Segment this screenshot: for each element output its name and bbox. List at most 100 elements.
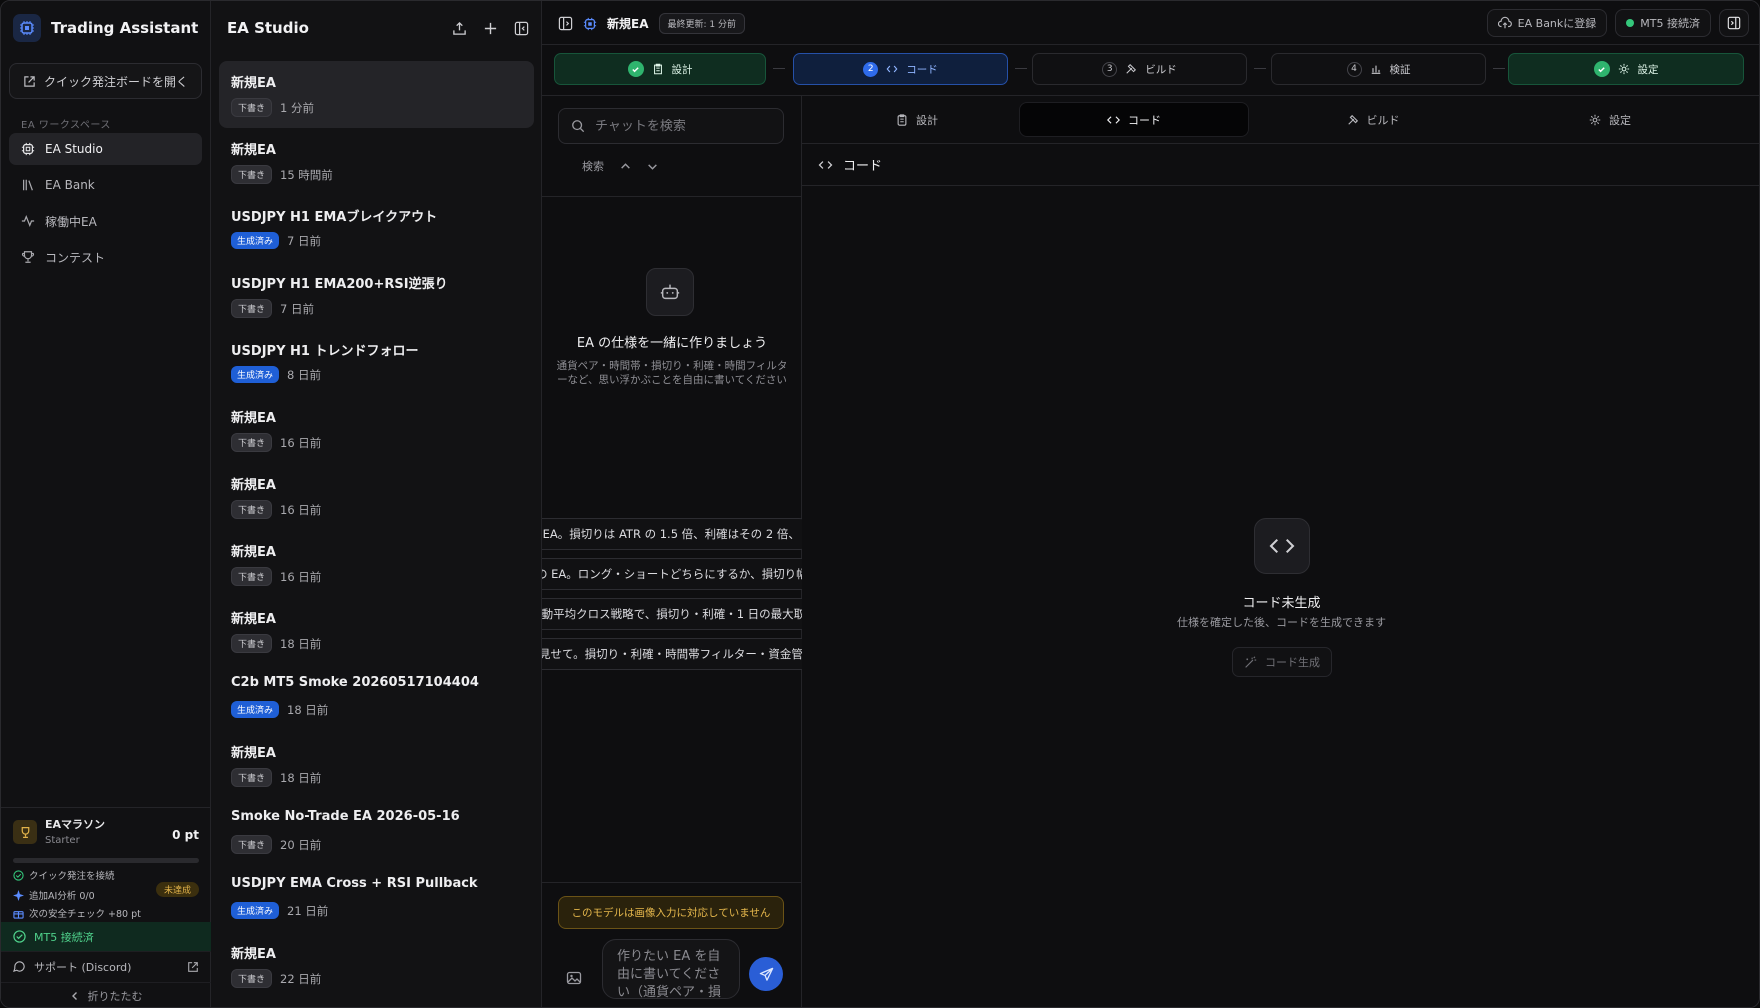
ea-item-meta: 下書き 20 日前 xyxy=(231,835,522,854)
quick-order-board-button[interactable]: クイック発注ボードを開く xyxy=(9,63,202,99)
ea-item-time: 21 日前 xyxy=(287,903,329,918)
collapse-sidebar-button[interactable]: 折りたたむ xyxy=(1,982,211,1007)
ea-list-item[interactable]: 新規EA 下書き 18 日前 xyxy=(219,731,534,798)
chevron-down-icon[interactable] xyxy=(647,161,658,172)
marathon-task-label: クイック発注を接続 xyxy=(29,871,115,882)
ea-item-name: 新規EA xyxy=(231,746,276,761)
suggestion-text: シンプルな移動平均クロス戦略で、損切り・利確・1 日の最大取 xyxy=(542,598,802,630)
step-hammer[interactable]: 3 ビルド xyxy=(1032,53,1247,85)
main-sidebar: Trading Assistant クイック発注ボードを開く EA ワークスペー… xyxy=(1,1,211,1007)
sidebar-item-contest[interactable]: コンテスト xyxy=(9,241,202,273)
support-discord-link[interactable]: サポート (Discord) xyxy=(1,951,211,981)
ea-item-time: 16 日前 xyxy=(280,569,322,584)
ea-list-item[interactable]: 新規EA 下書き 15 時間前 xyxy=(219,128,534,195)
register-ea-bank-button[interactable]: EA Bankに登録 xyxy=(1486,9,1608,37)
search-icon xyxy=(572,120,585,133)
ea-list-item[interactable]: 新規EA 下書き 1 分前 xyxy=(219,61,534,128)
register-ea-bank-label: EA Bankに登録 xyxy=(1517,17,1597,30)
tab-label: ビルド xyxy=(1366,113,1400,127)
ea-list-item[interactable]: 新規EA 下書き 16 日前 xyxy=(219,463,534,530)
ea-item-time: 8 日前 xyxy=(287,367,321,382)
ea-list-item[interactable]: 新規EA 下書き 16 日前 xyxy=(219,396,534,463)
chat-search-input[interactable] xyxy=(595,118,775,134)
marathon-task-label: 追加AI分析 0/0 xyxy=(29,891,95,902)
ea-item-time: 18 日前 xyxy=(280,636,322,651)
mt5-status-bar[interactable]: MT5 接続済 xyxy=(1,922,211,951)
step-clipboard[interactable]: 設計 xyxy=(554,53,766,85)
ea-item-name: C2b MT5 Smoke 20260517104404 xyxy=(231,675,479,690)
suggestion-chip[interactable]: USDJPY H1 の EA。ロング・ショートどちらにするか、損切り幅や時 xyxy=(542,558,802,590)
tab-settings[interactable]: 設定 xyxy=(1495,102,1725,137)
status-badge: 下書き xyxy=(231,433,273,452)
ea-list-item[interactable]: USDJPY H1 EMA200+RSI逆張り 下書き 7 日前 xyxy=(219,262,534,329)
main-area: 新規EA 最終更新: 1 分前 EA Bankに登録 MT5 接続済 設計 2 コー… xyxy=(542,1,1759,1007)
ea-item-name: 新規EA xyxy=(231,612,276,627)
panel-tabs: 設計 コード ビルド 設定 xyxy=(802,96,1759,144)
step-label: ビルド xyxy=(1145,63,1177,76)
right-panel-toggle[interactable] xyxy=(1719,9,1749,37)
ea-item-name: USDJPY H1 EMA200+RSI逆張り xyxy=(231,277,448,292)
check-icon xyxy=(627,61,644,77)
panel-collapse-icon[interactable] xyxy=(514,21,529,36)
tab-build[interactable]: ビルド xyxy=(1258,102,1488,137)
chat-bubble-icon xyxy=(13,961,25,973)
ea-list-item[interactable]: 新規EA 下書き 22 日前 xyxy=(219,932,534,999)
suggestion-chip[interactable]: ひな形を見せて。損切り・利確・時間帯フィルター・資金管理 xyxy=(542,638,802,670)
status-badge: 下書き xyxy=(231,567,273,586)
marathon-points: 0 pt xyxy=(172,828,199,842)
mt5-status-pill[interactable]: MT5 接続済 xyxy=(1615,9,1711,37)
image-attach-icon[interactable] xyxy=(566,970,582,986)
step-label: 検証 xyxy=(1389,63,1411,76)
ea-list-item[interactable]: USDJPY H1 トレンドフォロー 生成済み 8 日前 xyxy=(219,329,534,396)
workflow-steps: 設計 2 コード 3 ビルド 4 検証 設定 xyxy=(554,53,1750,85)
ea-list-item[interactable]: C2b MT5 Smoke 20260517104404 生成済み 18 日前 xyxy=(219,664,534,731)
chat-search[interactable] xyxy=(558,108,784,144)
tab-code[interactable]: コード xyxy=(1019,102,1249,137)
ea-item-name: 新規EA xyxy=(231,478,276,493)
generate-code-button[interactable]: コード生成 xyxy=(1232,647,1332,677)
sidebar-item-ea-bank[interactable]: EA Bank xyxy=(9,169,202,201)
sidebar-item-label: EA Studio xyxy=(45,142,103,156)
ea-item-name: USDJPY H1 EMAブレイクアウト xyxy=(231,210,438,225)
last-updated-badge: 最終更新: 1 分前 xyxy=(658,13,745,34)
ea-list-item[interactable]: 新規EA 下書き 16 日前 xyxy=(219,530,534,597)
message-input[interactable] xyxy=(617,948,727,998)
sidebar-item-ea-studio[interactable]: EA Studio xyxy=(9,133,202,165)
ea-marathon-card[interactable]: EAマラソン Starter 0 pt クイック発注を接続 追加AI分析 0/0… xyxy=(1,807,211,922)
step-bar-chart[interactable]: 4 検証 xyxy=(1271,53,1486,85)
status-badge: 下書き xyxy=(231,165,273,184)
ea-list-item[interactable]: 新規EA 下書き 18 日前 xyxy=(219,597,534,664)
cpu-icon xyxy=(21,142,35,156)
bar-chart-icon xyxy=(1371,65,1380,74)
step-gear[interactable]: 設定 xyxy=(1508,53,1744,85)
tab-design[interactable]: 設計 xyxy=(802,102,1032,137)
check-circle-icon xyxy=(13,930,26,943)
sidebar-toggle-icon[interactable] xyxy=(558,16,573,31)
step-number: 3 xyxy=(1102,61,1118,77)
message-composer[interactable] xyxy=(602,939,740,999)
suggestion-chip[interactable]: トレンドフォロー EA。損切りは ATR の 1.5 倍、利確はその 2 倍、 xyxy=(542,518,802,550)
step-number: 4 xyxy=(1346,61,1362,77)
sidebar-item-running-ea[interactable]: 稼働中EA xyxy=(9,205,202,237)
ea-item-time: 20 日前 xyxy=(280,837,322,852)
plus-icon[interactable] xyxy=(483,21,498,36)
chevron-up-icon[interactable] xyxy=(620,161,631,172)
ea-item-meta: 下書き 1 分前 xyxy=(231,98,522,117)
marathon-header: EAマラソン Starter xyxy=(13,816,105,846)
ea-item-time: 16 日前 xyxy=(280,502,322,517)
status-badge: 下書き xyxy=(231,299,273,318)
ea-item-name: 新規EA xyxy=(231,143,276,158)
hammer-icon xyxy=(1347,114,1358,125)
ea-list-item[interactable]: USDJPY H1 EMAブレイクアウト 生成済み 7 日前 xyxy=(219,195,534,262)
send-button[interactable] xyxy=(749,957,783,991)
ea-item-time: 18 日前 xyxy=(287,702,329,717)
suggestion-chip[interactable]: シンプルな移動平均クロス戦略で、損切り・利確・1 日の最大取 xyxy=(542,598,802,630)
ea-list-title: EA Studio xyxy=(227,19,309,37)
upload-icon[interactable] xyxy=(452,21,467,36)
clipboard-icon xyxy=(653,63,662,75)
ea-list-item[interactable]: Smoke No-Trade EA 2026-05-16 下書き 20 日前 xyxy=(219,798,534,865)
marathon-task-quick-order: クイック発注を接続 xyxy=(13,868,115,882)
ea-list-item[interactable]: USDJPY EMA Cross + RSI Pullback 生成済み 21 日前 xyxy=(219,865,534,932)
ea-item-time: 15 時間前 xyxy=(280,167,333,182)
step-code[interactable]: 2 コード xyxy=(793,53,1008,85)
